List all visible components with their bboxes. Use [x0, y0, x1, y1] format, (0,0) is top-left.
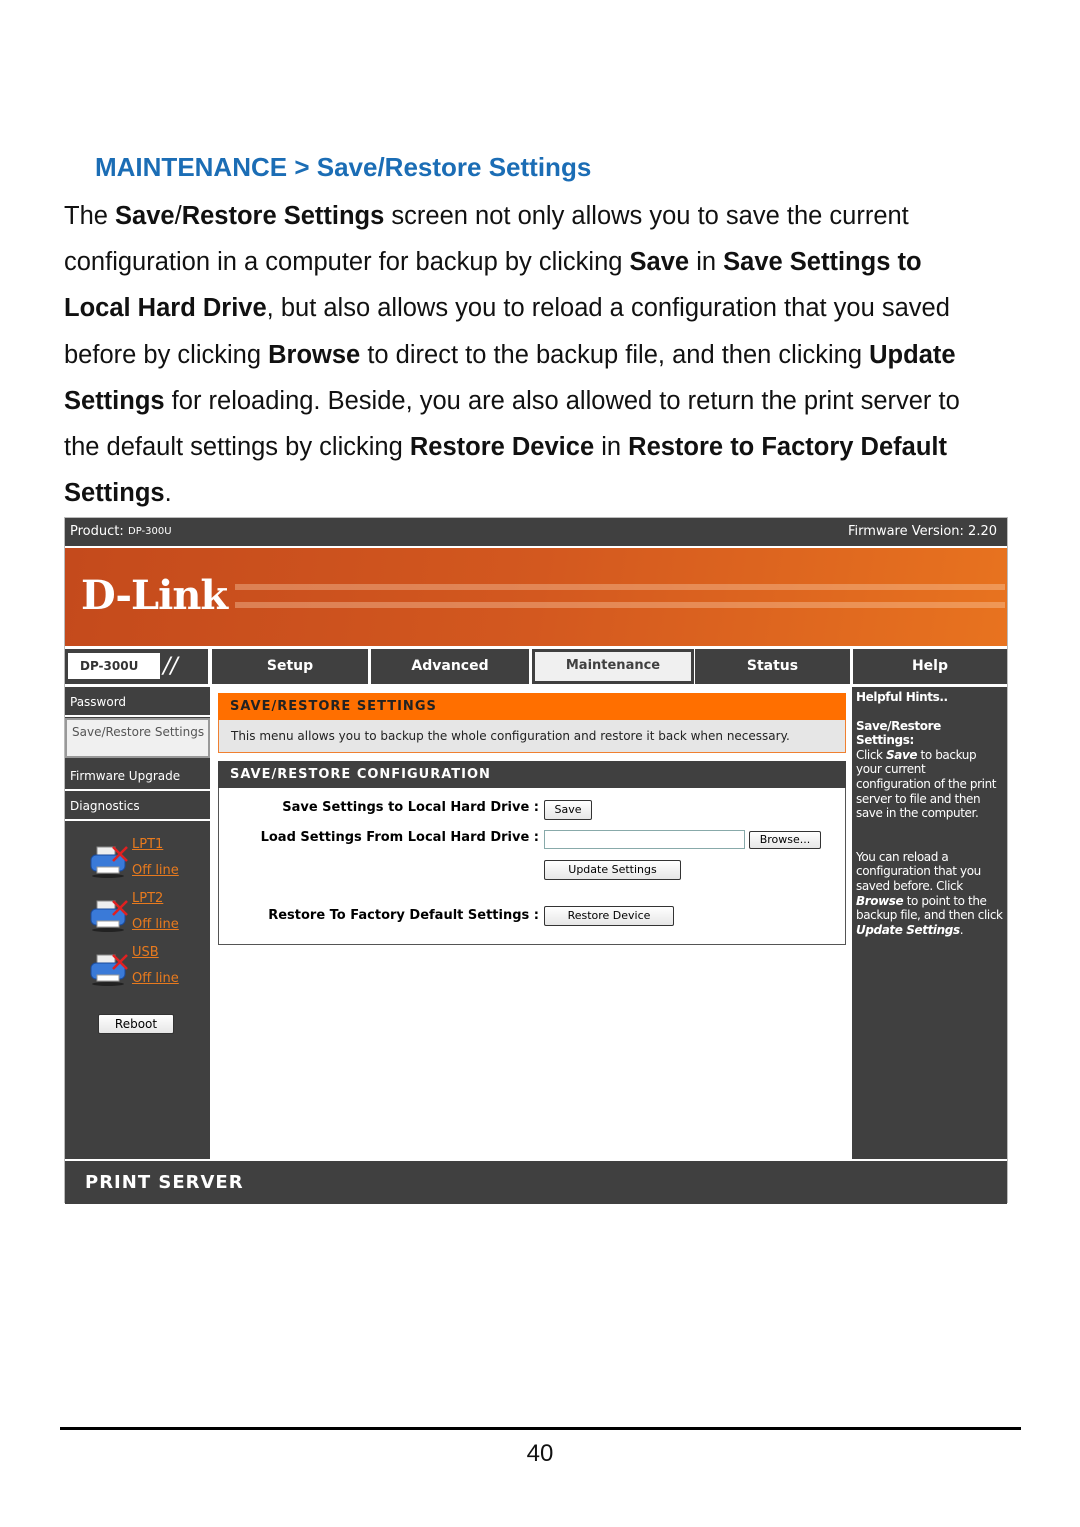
hint2-text: You can reload a configuration that you …: [856, 849, 1003, 937]
save-button[interactable]: Save: [544, 800, 592, 820]
section-header-save-restore: SAVE/RESTORE SETTINGS: [218, 693, 846, 720]
port-status-link[interactable]: Off line: [132, 917, 179, 932]
tab-status[interactable]: Status: [695, 649, 852, 684]
footer-rule: [60, 1427, 1021, 1430]
tab-help[interactable]: Help: [853, 649, 1007, 684]
file-path-input[interactable]: [544, 830, 745, 849]
port-status-link[interactable]: Off line: [132, 971, 179, 986]
product-label: Product:: [70, 524, 124, 539]
port-link[interactable]: USB: [132, 945, 159, 960]
load-settings-label: Load Settings From Local Hard Drive :: [260, 830, 539, 845]
print-server-footer: PRINT SERVER: [65, 1161, 1007, 1204]
section-heading: MAINTENANCE > Save/Restore Settings: [95, 152, 592, 182]
port-link[interactable]: LPT2: [132, 891, 163, 906]
description-paragraph: The Save/Restore Settings screen not onl…: [64, 193, 994, 516]
text-segment: .: [164, 479, 172, 508]
text-segment: in: [594, 433, 629, 462]
slash-decoration: //: [163, 654, 178, 679]
bold-term: Save: [629, 248, 690, 277]
text-segment: to direct to the backup file, and then c…: [360, 340, 870, 369]
helpful-hints-panel: Helpful Hints.. Save/Restore Settings: C…: [852, 687, 1007, 1159]
sidebar-item-firmware-upgrade[interactable]: Firmware Upgrade: [65, 761, 210, 791]
port-status-link[interactable]: Off line: [132, 863, 179, 878]
text-segment: The: [64, 202, 116, 230]
router-ui-screenshot: Product: DP-300U Firmware Version: 2.20 …: [64, 517, 1008, 1204]
sidebar-item-password[interactable]: Password: [65, 687, 210, 717]
section-header-config: SAVE/RESTORE CONFIGURATION: [218, 761, 846, 788]
update-settings-button[interactable]: Update Settings: [544, 860, 681, 880]
sidebar-item-diagnostics[interactable]: Diagnostics: [65, 791, 210, 821]
sidebar: Password Save/Restore Settings Firmware …: [65, 687, 210, 1159]
sidebar-item-save-restore[interactable]: Save/Restore Settings: [65, 718, 210, 758]
config-panel: Save Settings to Local Hard Drive : Save…: [218, 788, 846, 945]
reboot-button[interactable]: Reboot: [98, 1014, 174, 1034]
text-segment: /: [174, 202, 182, 230]
text-segment: in: [689, 248, 724, 277]
dlink-logo: D-Link: [81, 572, 228, 619]
hint1-text: Click Save to backup your current config…: [856, 747, 997, 821]
page-number: 40: [526, 1440, 554, 1467]
restore-device-button[interactable]: Restore Device: [544, 906, 674, 926]
top-bar: Product: DP-300U Firmware Version: 2.20: [65, 518, 1007, 546]
tab-setup[interactable]: Setup: [212, 649, 370, 684]
bold-term: Restore Settings: [181, 202, 385, 230]
port-link[interactable]: LPT1: [132, 837, 163, 852]
tab-maintenance[interactable]: Maintenance: [532, 649, 694, 684]
model-tab: DP-300U //: [65, 649, 210, 684]
section-description: This menu allows you to backup the whole…: [218, 720, 846, 753]
bold-term: Restore Device: [409, 433, 595, 462]
printer-offline-icon: [90, 954, 128, 986]
printer-offline-icon: [90, 846, 128, 878]
bold-term: Save: [115, 202, 175, 230]
bold-term: Browse: [268, 340, 361, 369]
browse-button[interactable]: Browse...: [749, 831, 821, 849]
tab-advanced[interactable]: Advanced: [371, 649, 531, 684]
hint1-title: Save/Restore Settings:: [856, 718, 941, 748]
banner: D-Link: [65, 548, 1007, 646]
model-label: DP-300U: [68, 653, 160, 679]
firmware-version: Firmware Version: 2.20: [848, 524, 997, 539]
hints-title: Helpful Hints..: [856, 690, 948, 704]
restore-factory-label: Restore To Factory Default Settings :: [268, 908, 539, 923]
save-settings-label: Save Settings to Local Hard Drive :: [282, 800, 539, 815]
product-name: DP-300U: [128, 526, 172, 537]
printer-offline-icon: [90, 900, 128, 932]
